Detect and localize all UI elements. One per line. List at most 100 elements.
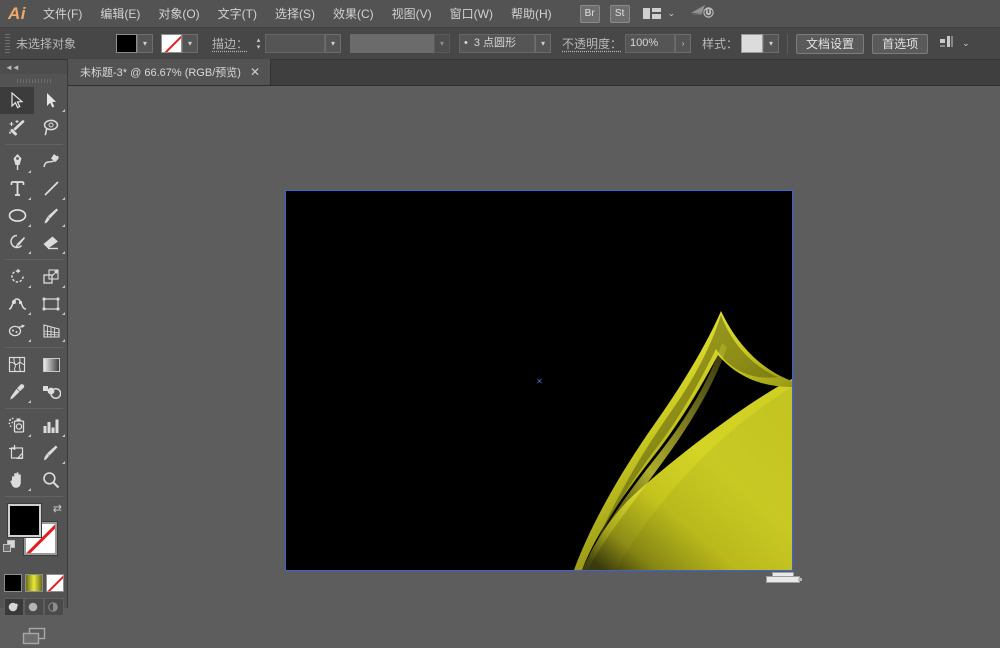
- chevron-down-icon[interactable]: ⌄: [668, 8, 676, 19]
- draw-normal-button[interactable]: [3, 598, 24, 616]
- fill-dropdown-icon[interactable]: ▾: [137, 34, 153, 53]
- stroke-profile-control: ▾: [350, 34, 451, 53]
- free-transform-tool[interactable]: [34, 290, 68, 317]
- tool-flyout-corner-icon: [62, 251, 65, 254]
- tool-list: [0, 87, 68, 493]
- stroke-profile-dropdown-icon: ▾: [434, 34, 451, 53]
- ellipse-tool[interactable]: [0, 202, 34, 229]
- direct-selection-tool[interactable]: [34, 87, 68, 114]
- fill-stroke-control: ⇄: [0, 500, 68, 572]
- stroke-weight-dropdown-icon[interactable]: ▾: [325, 34, 342, 53]
- opacity-control[interactable]: 100% ›: [625, 34, 692, 53]
- stroke-swatch-none[interactable]: [161, 34, 182, 53]
- blend-tool[interactable]: [34, 378, 68, 405]
- hand-tool[interactable]: [0, 466, 34, 493]
- zoom-tool[interactable]: [34, 466, 68, 493]
- align-chevron-down-icon[interactable]: ⌄: [962, 38, 970, 49]
- default-fill-stroke-icon[interactable]: [3, 540, 18, 555]
- menu-effect[interactable]: 效果(C): [324, 0, 383, 28]
- menu-help[interactable]: 帮助(H): [502, 0, 561, 28]
- draw-behind-button[interactable]: [23, 598, 44, 616]
- opacity-more-icon[interactable]: ›: [675, 34, 692, 53]
- artboard[interactable]: ✕: [285, 190, 793, 571]
- control-bar-grip[interactable]: [5, 33, 10, 54]
- stock-button[interactable]: St: [609, 4, 630, 23]
- artboard-resize-handle[interactable]: [766, 572, 802, 583]
- type-tool[interactable]: [0, 175, 34, 202]
- stroke-color-control[interactable]: ▾: [161, 34, 198, 53]
- selection-tool[interactable]: [0, 87, 34, 114]
- scale-tool[interactable]: [34, 263, 68, 290]
- menu-file[interactable]: 文件(F): [34, 0, 91, 28]
- menu-object[interactable]: 对象(O): [149, 0, 208, 28]
- cloud-sync-icon[interactable]: [689, 2, 717, 25]
- stroke-weight-input[interactable]: [265, 34, 326, 53]
- column-graph-tool[interactable]: [34, 412, 68, 439]
- slice-tool[interactable]: [34, 439, 68, 466]
- toolbar-fill-swatch[interactable]: [7, 503, 42, 538]
- paintbrush-tool[interactable]: [34, 202, 68, 229]
- magic-wand-tool[interactable]: [0, 114, 34, 141]
- style-dropdown-icon[interactable]: ▾: [763, 34, 780, 53]
- pen-tool[interactable]: [0, 148, 34, 175]
- document-setup-button[interactable]: 文档设置: [796, 33, 865, 54]
- tools-panel-grip[interactable]: [0, 74, 67, 87]
- document-tab[interactable]: 未标题-3* @ 66.67% (RGB/预览) ✕: [68, 59, 271, 85]
- rotate-tool[interactable]: [0, 263, 34, 290]
- tools-panel-collapse-icon[interactable]: ◄◄: [0, 60, 67, 74]
- mesh-tool[interactable]: [0, 351, 34, 378]
- stroke-dropdown-icon[interactable]: ▾: [182, 34, 198, 53]
- app-logo-icon: Ai: [8, 3, 26, 23]
- shape-builder-tool[interactable]: [0, 317, 34, 344]
- tools-panel: ◄◄ ⇄: [0, 60, 68, 645]
- width-tool[interactable]: [0, 290, 34, 317]
- color-mode-bar: [0, 574, 67, 592]
- menu-edit[interactable]: 编辑(E): [91, 0, 149, 28]
- stroke-weight-stepper[interactable]: ▴ ▾: [252, 34, 265, 53]
- screen-mode-button[interactable]: [0, 626, 67, 646]
- fill-control[interactable]: ▾: [116, 34, 153, 53]
- opacity-input[interactable]: 100%: [625, 34, 676, 53]
- stroke-label[interactable]: 描边：: [212, 35, 248, 52]
- preferences-button[interactable]: 首选项: [872, 33, 929, 54]
- align-objects-icon[interactable]: [939, 35, 955, 53]
- style-swatch[interactable]: [741, 34, 764, 53]
- curvature-tool[interactable]: [34, 148, 68, 175]
- menu-type[interactable]: 文字(T): [209, 0, 266, 28]
- bridge-button[interactable]: Br: [579, 4, 600, 23]
- none-swatch[interactable]: [45, 574, 64, 592]
- menu-window[interactable]: 窗口(W): [441, 0, 502, 28]
- style-control[interactable]: ▾: [741, 34, 780, 53]
- close-icon[interactable]: ✕: [250, 66, 260, 78]
- shaper-pencil-tool[interactable]: [0, 229, 34, 256]
- tool-flyout-corner-icon: [62, 109, 65, 112]
- brush-dropdown-icon[interactable]: ▾: [535, 34, 552, 53]
- artboard-tool[interactable]: [0, 439, 34, 466]
- color-swatch[interactable]: [3, 574, 22, 592]
- gradient-tool[interactable]: [34, 351, 68, 378]
- stroke-weight-control[interactable]: ▴ ▾ ▾: [252, 34, 342, 53]
- brush-control[interactable]: • 3 点圆形 ▾: [459, 34, 552, 53]
- brush-bullet-icon: •: [464, 37, 468, 49]
- style-label: 样式：: [702, 37, 739, 51]
- align-control[interactable]: ⌄: [939, 35, 970, 53]
- gradient-swatch[interactable]: [24, 574, 43, 592]
- fill-swatch[interactable]: [116, 34, 137, 53]
- opacity-label[interactable]: 不透明度：: [562, 35, 622, 52]
- brush-input[interactable]: • 3 点圆形: [459, 34, 536, 53]
- tool-separator: [5, 496, 63, 497]
- canvas-area[interactable]: ✕: [68, 86, 1000, 648]
- line-segment-tool[interactable]: [34, 175, 68, 202]
- swap-fill-stroke-icon[interactable]: ⇄: [53, 502, 62, 515]
- symbol-sprayer-tool[interactable]: [0, 412, 34, 439]
- menu-select[interactable]: 选择(S): [266, 0, 324, 28]
- eraser-tool[interactable]: [34, 229, 68, 256]
- eyedropper-tool[interactable]: [0, 378, 34, 405]
- tool-separator: [5, 347, 63, 348]
- perspective-grid-tool[interactable]: [34, 317, 68, 344]
- workspace-layout-icon[interactable]: [642, 8, 661, 19]
- menu-view[interactable]: 视图(V): [383, 0, 441, 28]
- illustrator-window: Ai 文件(F) 编辑(E) 对象(O) 文字(T) 选择(S) 效果(C) 视…: [0, 0, 1000, 648]
- draw-inside-button[interactable]: [43, 598, 64, 616]
- lasso-tool[interactable]: [34, 114, 68, 141]
